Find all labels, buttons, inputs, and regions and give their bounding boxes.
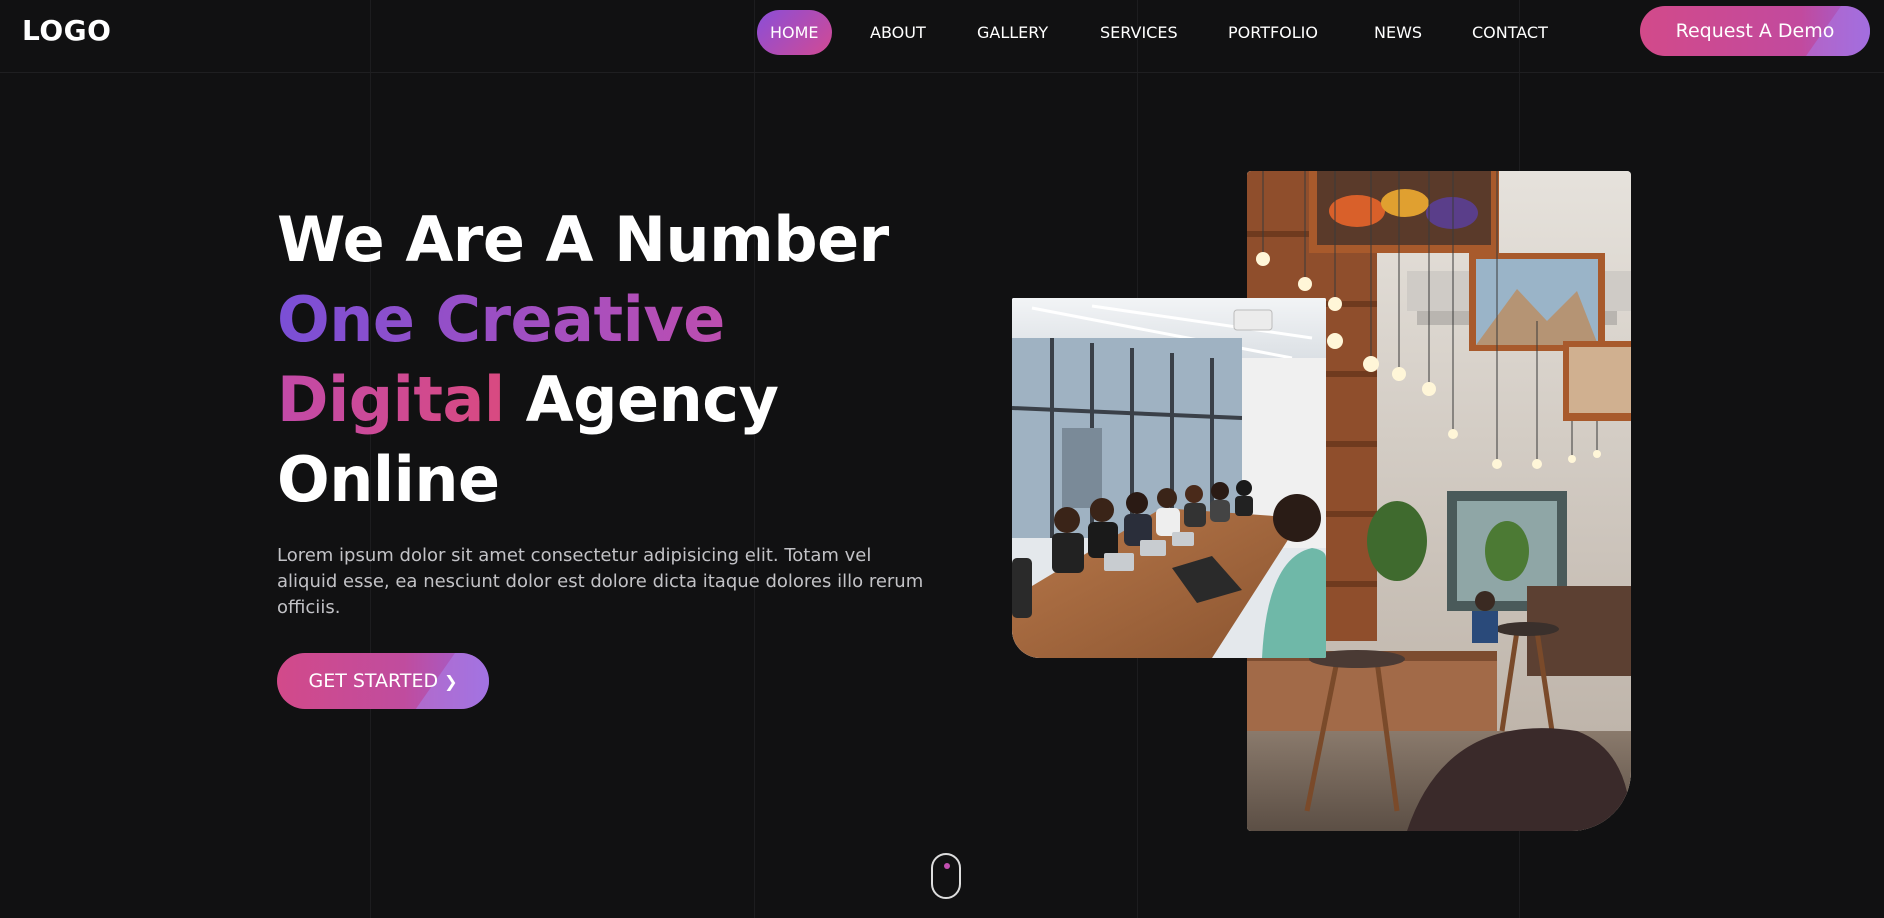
hero-title-line3: Digital Agency: [277, 360, 889, 440]
get-started-button[interactable]: GET STARTED ❯: [277, 653, 489, 709]
request-demo-label: Request A Demo: [1675, 20, 1835, 42]
nav-news[interactable]: NEWS: [1374, 10, 1422, 55]
nav-about[interactable]: ABOUT: [870, 10, 926, 55]
scroll-down-icon[interactable]: [931, 853, 961, 899]
meeting-room-image: [1012, 298, 1326, 658]
nav-contact[interactable]: CONTACT: [1472, 10, 1548, 55]
hero-title: We Are A Number One Creative Digital Age…: [277, 200, 889, 520]
hero-title-line2: One Creative: [277, 280, 889, 360]
nav-portfolio[interactable]: PORTFOLIO: [1228, 10, 1318, 55]
hero-title-line4: Online: [277, 443, 500, 516]
hero-description: Lorem ipsum dolor sit amet consectetur a…: [277, 545, 924, 618]
hero-title-line1: We Are A Number: [277, 203, 889, 276]
site-header: LOGO HOME ABOUT GALLERY SERVICES PORTFOL…: [0, 0, 1884, 73]
chevron-right-icon: ❯: [444, 671, 458, 691]
scroll-dot: [944, 863, 950, 869]
request-demo-button[interactable]: Request A Demo: [1640, 6, 1870, 56]
logo[interactable]: LOGO: [22, 14, 111, 47]
get-started-label: GET STARTED: [308, 670, 439, 692]
nav-home[interactable]: HOME: [757, 10, 832, 55]
hero-title-agency: Agency: [504, 363, 779, 436]
hero-title-accent: Digital: [277, 363, 505, 436]
nav-gallery[interactable]: GALLERY: [977, 10, 1048, 55]
nav-services[interactable]: SERVICES: [1100, 10, 1178, 55]
